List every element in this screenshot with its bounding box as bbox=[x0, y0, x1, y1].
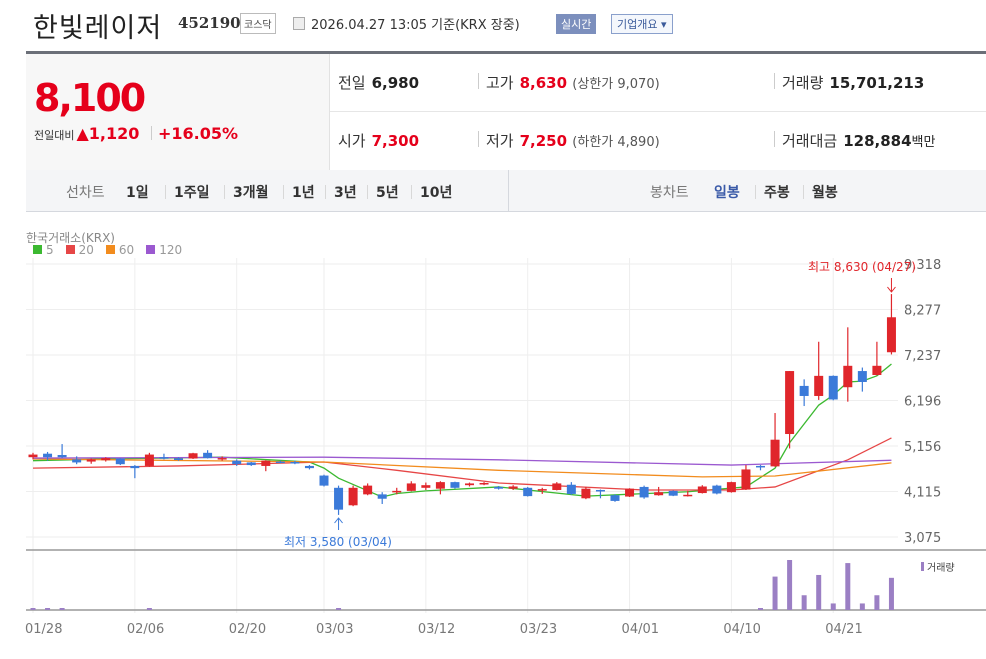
candle bbox=[610, 494, 620, 502]
volume-bar bbox=[874, 595, 880, 610]
candle bbox=[450, 481, 460, 489]
candle bbox=[726, 481, 736, 493]
low-arrow-icon bbox=[334, 517, 343, 530]
candle bbox=[203, 450, 213, 459]
candle bbox=[479, 482, 489, 486]
volume-bar bbox=[816, 574, 822, 610]
candle bbox=[363, 483, 373, 496]
candle bbox=[115, 458, 125, 466]
candle bbox=[843, 327, 853, 402]
volume-bar bbox=[336, 608, 342, 610]
high-arrow-icon bbox=[887, 278, 896, 293]
y-tick-label: 5,156 bbox=[904, 440, 941, 455]
candle bbox=[566, 482, 576, 495]
high-annotation: 최고 8,630 (04/27) bbox=[808, 260, 916, 274]
candle bbox=[886, 294, 896, 355]
candle bbox=[581, 486, 591, 500]
volume-bar bbox=[758, 608, 763, 610]
x-tick-label: 04/21 bbox=[825, 622, 862, 637]
volume-bar bbox=[146, 608, 152, 610]
candle bbox=[625, 488, 635, 497]
candle bbox=[159, 453, 169, 460]
candle bbox=[334, 485, 344, 515]
y-tick-label: 7,237 bbox=[904, 349, 941, 364]
candle bbox=[465, 482, 474, 487]
candle bbox=[785, 371, 795, 449]
candle bbox=[421, 482, 431, 490]
candle bbox=[639, 485, 649, 499]
y-tick-label: 3,075 bbox=[904, 531, 941, 546]
candle bbox=[872, 341, 882, 376]
y-tick-label: 4,115 bbox=[904, 486, 941, 501]
x-tick-label: 02/06 bbox=[127, 622, 164, 637]
candle bbox=[246, 462, 256, 466]
candle bbox=[712, 484, 722, 495]
x-tick-label: 03/23 bbox=[520, 622, 557, 637]
x-tick-label: 04/10 bbox=[723, 622, 760, 637]
candle bbox=[595, 489, 605, 499]
volume-bar bbox=[59, 608, 65, 610]
price-chart: 9,3188,2777,2376,1965,1564,1153,07501/28… bbox=[25, 258, 986, 637]
candle bbox=[377, 492, 387, 504]
ma-5-line bbox=[32, 363, 892, 498]
candle bbox=[130, 465, 140, 479]
candle bbox=[552, 482, 562, 491]
candle bbox=[304, 465, 314, 470]
candle bbox=[799, 379, 809, 407]
y-tick-label: 8,277 bbox=[904, 304, 941, 319]
volume-bar bbox=[801, 595, 807, 610]
candle bbox=[435, 481, 445, 495]
candle bbox=[828, 375, 838, 401]
volume-legend-swatch bbox=[921, 562, 924, 571]
candle bbox=[406, 481, 416, 492]
volume-bar bbox=[787, 560, 793, 610]
volume-bar bbox=[859, 603, 865, 610]
low-annotation: 최저 3,580 (03/04) bbox=[284, 535, 392, 549]
candle bbox=[770, 413, 780, 467]
x-tick-label: 04/01 bbox=[622, 622, 659, 637]
volume-bar bbox=[845, 563, 851, 610]
volume-bar bbox=[45, 608, 51, 610]
ma-60-line bbox=[32, 458, 892, 478]
y-tick-label: 6,196 bbox=[904, 395, 941, 410]
volume-bar bbox=[30, 608, 36, 610]
candle bbox=[348, 485, 358, 507]
volume-legend: 거래량 bbox=[927, 562, 955, 574]
candle bbox=[668, 490, 678, 497]
candle bbox=[814, 341, 824, 400]
x-tick-label: 01/28 bbox=[25, 622, 62, 637]
candle bbox=[756, 465, 765, 471]
candle bbox=[741, 465, 751, 490]
candle bbox=[188, 452, 198, 459]
x-tick-label: 02/20 bbox=[229, 622, 266, 637]
candle bbox=[523, 486, 533, 497]
volume-bar bbox=[772, 576, 778, 610]
candle bbox=[261, 460, 271, 472]
candle bbox=[319, 474, 329, 487]
x-tick-label: 03/12 bbox=[418, 622, 455, 637]
x-tick-label: 03/03 bbox=[316, 622, 353, 637]
candle bbox=[697, 485, 707, 494]
volume-bar bbox=[888, 577, 894, 610]
volume-bar bbox=[830, 603, 836, 610]
candle bbox=[144, 452, 154, 467]
candle bbox=[857, 367, 867, 392]
